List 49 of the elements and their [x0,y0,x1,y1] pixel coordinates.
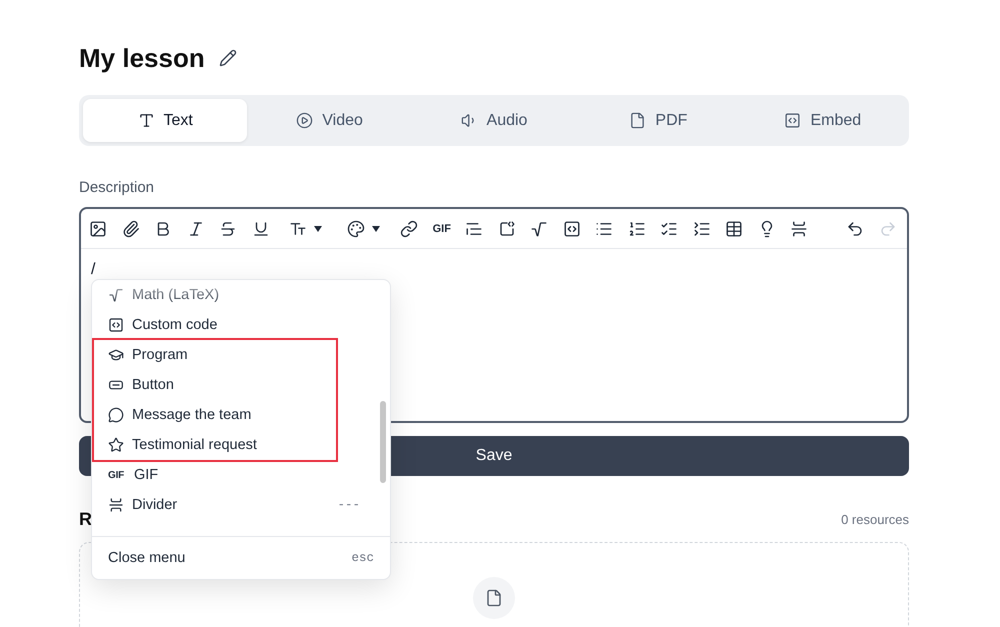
tab[interactable]: Embed [740,99,905,142]
menu-item[interactable]: Divider --- [92,490,390,520]
code-block-icon [498,220,516,238]
code-icon [108,317,124,333]
underline-icon [252,220,270,238]
menu-item[interactable]: Button [94,370,336,400]
tab[interactable]: Video [247,99,412,142]
undo-icon [846,220,864,238]
square-root-icon [108,287,124,303]
palette-icon [346,220,364,238]
editor-text: / [91,261,96,278]
play-circle-icon [296,112,314,129]
paperclip-icon [122,220,140,238]
redo-icon [878,220,896,238]
image-icon [89,220,108,238]
scrollbar-thumb[interactable] [380,401,386,483]
close-menu-button[interactable]: Close menu esc [92,536,390,579]
gif-button[interactable]: GIF [426,212,458,244]
text-icon [138,112,155,129]
numbered-list-icon [628,220,646,238]
pencil-icon[interactable] [218,49,237,67]
caret-icon [314,226,322,232]
tab[interactable]: Text [83,99,248,142]
shortcut-hint: esc [351,551,374,566]
page-title: My lesson [79,42,205,74]
field-label: Description [79,179,156,197]
table-icon [725,220,744,238]
speech-bubble-icon [108,407,124,423]
collapsible-list-icon [692,220,711,238]
caret-icon [372,226,380,232]
graduation-cap-icon [108,347,124,363]
link-icon [400,220,418,238]
file-icon [473,577,515,619]
tab[interactable]: PDF [576,99,741,142]
code-icon [562,220,581,238]
menu-item[interactable]: Program [94,340,336,370]
divider-icon [790,220,808,238]
divider-icon [108,497,124,513]
tab[interactable]: Audio [412,99,576,142]
star-icon [108,437,124,453]
shortcut-hint: --- [337,498,360,512]
section-heading: R [79,508,92,530]
strikethrough-icon [219,220,238,238]
square-root-icon [530,220,548,238]
file-icon [629,112,646,129]
resource-count: 0 resources [841,512,909,526]
menu-item[interactable]: Custom code [92,310,390,340]
menu-item[interactable]: Math (LaTeX) [92,280,390,310]
code-icon [784,112,802,129]
